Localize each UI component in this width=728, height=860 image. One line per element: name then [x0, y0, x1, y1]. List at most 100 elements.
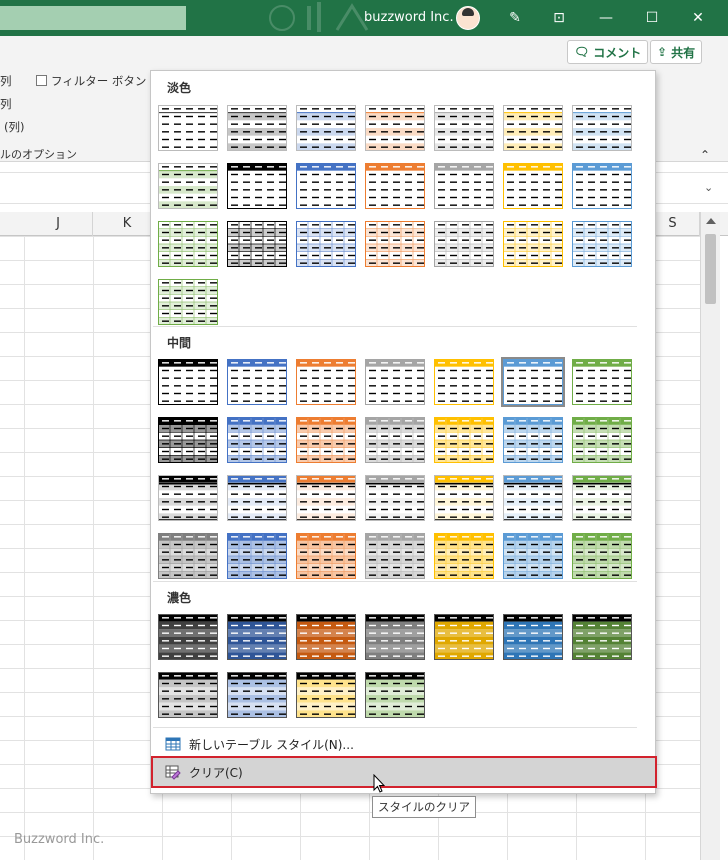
light-style-13[interactable]: [501, 161, 565, 211]
medium-style-12[interactable]: [432, 415, 496, 465]
dark-style-8[interactable]: [156, 670, 220, 720]
table-style-thumbnail: [227, 417, 287, 463]
minimize-icon[interactable]: —: [594, 6, 618, 30]
medium-style-26[interactable]: [432, 531, 496, 581]
close-icon[interactable]: ✕: [686, 6, 710, 30]
expand-formula-icon[interactable]: ⌄: [704, 181, 713, 194]
medium-style-23[interactable]: [225, 531, 289, 581]
light-style-4[interactable]: [363, 103, 427, 153]
filter-checkbox[interactable]: [36, 75, 47, 86]
medium-style-19[interactable]: [432, 473, 496, 523]
dark-style-10[interactable]: [294, 670, 358, 720]
dark-style-4[interactable]: [363, 612, 427, 662]
table-style-thumbnail: [158, 279, 218, 325]
light-style-22[interactable]: [156, 277, 220, 327]
medium-style-24[interactable]: [294, 531, 358, 581]
new-table-style-item[interactable]: 新しいテーブル スタイル(N)...: [153, 730, 655, 758]
table-style-thumbnail: [572, 475, 632, 521]
vertical-scrollbar[interactable]: [700, 212, 720, 860]
table-style-thumbnail: [434, 105, 494, 151]
table-style-thumbnail: [365, 672, 425, 718]
table-style-thumbnail: [365, 417, 425, 463]
dark-style-9[interactable]: [225, 670, 289, 720]
light-style-5[interactable]: [432, 103, 496, 153]
scroll-thumb[interactable]: [705, 234, 716, 304]
dark-style-7[interactable]: [570, 612, 634, 662]
medium-style-20[interactable]: [501, 473, 565, 523]
medium-style-15[interactable]: [156, 473, 220, 523]
clear-style-item[interactable]: クリア(C): [151, 756, 657, 788]
ribbon-display-icon[interactable]: ⊡: [547, 6, 571, 30]
medium-style-16[interactable]: [225, 473, 289, 523]
medium-style-4[interactable]: [363, 357, 427, 407]
separator: [153, 727, 637, 728]
medium-style-3[interactable]: [294, 357, 358, 407]
dark-style-11[interactable]: [363, 670, 427, 720]
table-style-thumbnail: [296, 417, 356, 463]
light-style-10[interactable]: [294, 161, 358, 211]
pen-icon[interactable]: ✎: [503, 6, 527, 30]
table-style-thumbnail: [158, 672, 218, 718]
column-header-j[interactable]: J: [24, 212, 93, 236]
dark-style-6[interactable]: [501, 612, 565, 662]
light-style-11[interactable]: [363, 161, 427, 211]
light-style-2[interactable]: [225, 103, 289, 153]
medium-style-13[interactable]: [501, 415, 565, 465]
light-style-18[interactable]: [363, 219, 427, 269]
medium-style-21[interactable]: [570, 473, 634, 523]
filter-button-option[interactable]: フィルター ボタン: [36, 73, 146, 89]
light-style-14[interactable]: [570, 161, 634, 211]
light-style-9[interactable]: [225, 161, 289, 211]
maximize-icon[interactable]: ☐: [640, 6, 664, 30]
medium-style-10[interactable]: [294, 415, 358, 465]
table-style-thumbnail: [365, 475, 425, 521]
dark-style-3[interactable]: [294, 612, 358, 662]
medium-style-7[interactable]: [570, 357, 634, 407]
medium-style-22[interactable]: [156, 531, 220, 581]
medium-style-5[interactable]: [432, 357, 496, 407]
medium-style-28[interactable]: [570, 531, 634, 581]
medium-style-9[interactable]: [225, 415, 289, 465]
avatar[interactable]: [456, 6, 480, 30]
medium-style-17[interactable]: [294, 473, 358, 523]
light-style-7[interactable]: [570, 103, 634, 153]
light-style-20[interactable]: [501, 219, 565, 269]
light-style-21[interactable]: [570, 219, 634, 269]
table-style-thumbnail: [365, 221, 425, 267]
table-style-thumbnail: [227, 359, 287, 405]
medium-style-8[interactable]: [156, 415, 220, 465]
medium-style-1[interactable]: [156, 357, 220, 407]
table-style-thumbnail: [434, 163, 494, 209]
table-style-thumbnail: [296, 105, 356, 151]
share-button[interactable]: ⇪ 共有: [650, 40, 703, 64]
light-style-19[interactable]: [432, 219, 496, 269]
medium-style-14[interactable]: [570, 415, 634, 465]
light-style-6[interactable]: [501, 103, 565, 153]
light-style-3[interactable]: [294, 103, 358, 153]
table-style-thumbnail: [572, 533, 632, 579]
medium-style-2[interactable]: [225, 357, 289, 407]
medium-style-27[interactable]: [501, 531, 565, 581]
light-style-1[interactable]: [156, 103, 220, 153]
medium-style-25[interactable]: [363, 531, 427, 581]
comment-button[interactable]: 🗨 コメント: [567, 40, 649, 64]
light-style-16[interactable]: [225, 219, 289, 269]
light-style-12[interactable]: [432, 161, 496, 211]
medium-styles-grid: [156, 357, 634, 581]
dark-style-5[interactable]: [432, 612, 496, 662]
scroll-up-icon[interactable]: [706, 218, 716, 224]
separator: [153, 581, 637, 582]
table-style-thumbnail: [158, 533, 218, 579]
table-style-thumbnail: [572, 359, 632, 405]
clear-style-icon: [165, 765, 181, 780]
dark-style-1[interactable]: [156, 612, 220, 662]
search-box[interactable]: [0, 6, 186, 30]
dark-style-2[interactable]: [225, 612, 289, 662]
light-style-8[interactable]: [156, 161, 220, 211]
light-style-15[interactable]: [156, 219, 220, 269]
medium-style-6[interactable]: [501, 357, 565, 407]
light-style-17[interactable]: [294, 219, 358, 269]
medium-style-11[interactable]: [363, 415, 427, 465]
collapse-ribbon-icon[interactable]: ⌃: [700, 148, 710, 162]
medium-style-18[interactable]: [363, 473, 427, 523]
